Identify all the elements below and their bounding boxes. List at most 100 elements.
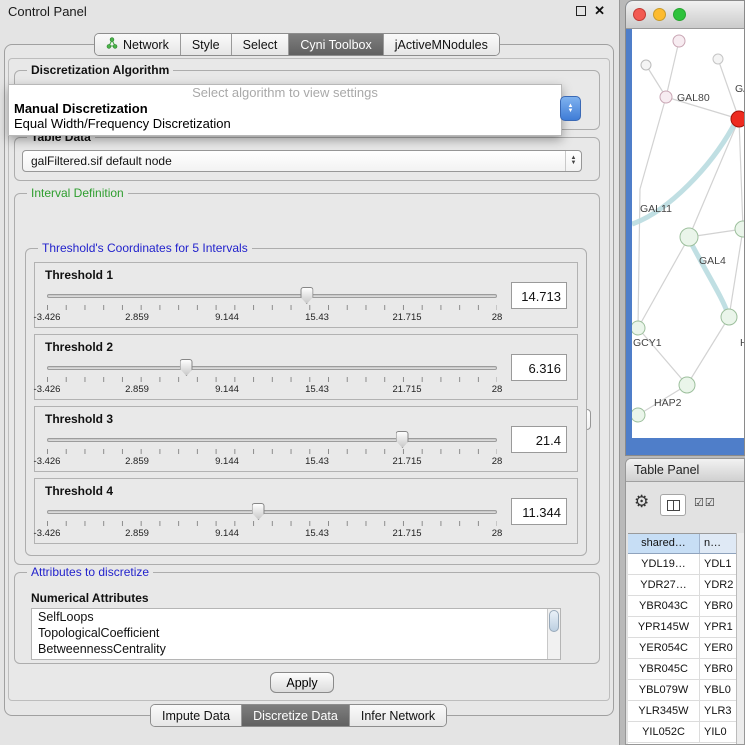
- algorithm-option-equal-width-frequency-discretization[interactable]: Equal Width/Frequency Discretization: [9, 116, 561, 131]
- table-cell[interactable]: YDL19…: [628, 554, 700, 574]
- gear-icon[interactable]: ⚙: [634, 492, 649, 512]
- show-columns-button[interactable]: [660, 494, 686, 516]
- zoom-traffic-light-icon[interactable]: [673, 8, 686, 21]
- network-window-frame: GAL80GAL4GCY1HHAP2GAL11GA: [626, 29, 745, 456]
- table-row[interactable]: YER054CYER0: [628, 638, 736, 659]
- threshold-value-field[interactable]: 6.316: [511, 354, 567, 381]
- network-node-hap2[interactable]: [679, 377, 695, 393]
- close-traffic-light-icon[interactable]: [633, 8, 646, 21]
- network-node[interactable]: [731, 111, 745, 127]
- slider-track[interactable]: [47, 438, 497, 442]
- threshold-slider[interactable]: -3.4262.8599.14415.4321.71528: [47, 287, 497, 325]
- slider-thumb[interactable]: [252, 503, 265, 520]
- slider-axis-label: 28: [492, 312, 503, 323]
- threshold-value-field[interactable]: 14.713: [511, 282, 567, 309]
- table-cell[interactable]: YBR0: [700, 659, 736, 679]
- threshold-value-field[interactable]: 11.344: [511, 498, 567, 525]
- table-row[interactable]: YPR145WYPR1: [628, 617, 736, 638]
- table-row[interactable]: YBL079WYBL0: [628, 680, 736, 701]
- slider-axis-label: -3.426: [34, 384, 61, 395]
- tab-jactivemnodules[interactable]: jActiveMNodules: [383, 34, 499, 55]
- apply-button[interactable]: Apply: [270, 672, 334, 693]
- table-cell[interactable]: YBL079W: [628, 680, 700, 700]
- tab-network[interactable]: Network: [95, 34, 180, 55]
- table-cell[interactable]: YPR1: [700, 617, 736, 637]
- tab-discretize-data[interactable]: Discretize Data: [241, 705, 349, 726]
- threshold-row-threshold-3: Threshold 3-3.4262.8599.14415.4321.71528…: [34, 406, 578, 472]
- slider-track[interactable]: [47, 366, 497, 370]
- discretization-algorithm-title: Discretization Algorithm: [27, 63, 173, 77]
- table-row[interactable]: YIL052CYIL0: [628, 722, 736, 743]
- table-cell[interactable]: YIL052C: [628, 722, 700, 742]
- network-node[interactable]: [632, 408, 645, 422]
- table-row[interactable]: YDR27…YDR2: [628, 575, 736, 596]
- control-panel-titlebar[interactable]: Control Panel ✕: [0, 0, 619, 24]
- threshold-slider[interactable]: -3.4262.8599.14415.4321.71528: [47, 359, 497, 397]
- select-columns-checkbox-icon[interactable]: ☑☑: [694, 496, 716, 509]
- table-cell[interactable]: YBR043C: [628, 596, 700, 616]
- table-cell[interactable]: YER054C: [628, 638, 700, 658]
- slider-thumb[interactable]: [396, 431, 409, 448]
- table-cell[interactable]: YBR0: [700, 596, 736, 616]
- table-cell[interactable]: YBL0: [700, 680, 736, 700]
- slider-thumb[interactable]: [180, 359, 193, 376]
- table-cell[interactable]: YLR345W: [628, 701, 700, 721]
- attribute-item-selfloops[interactable]: SelfLoops: [32, 609, 560, 625]
- table-row[interactable]: YDL19…YDL1: [628, 554, 736, 575]
- network-edge: [640, 97, 666, 189]
- tab-infer-network[interactable]: Infer Network: [349, 705, 446, 726]
- threshold-value-field[interactable]: 21.4: [511, 426, 567, 453]
- network-canvas[interactable]: GAL80GAL4GCY1HHAP2GAL11GA: [632, 29, 745, 438]
- numerical-attributes-list[interactable]: SelfLoopsTopologicalCoefficientBetweenne…: [31, 608, 561, 660]
- table-cell[interactable]: YPR145W: [628, 617, 700, 637]
- slider-axis-label: 21.715: [392, 312, 421, 323]
- column-header-1[interactable]: n…: [700, 534, 736, 553]
- slider-track[interactable]: [47, 294, 497, 298]
- table-panel-title[interactable]: Table Panel: [626, 459, 744, 482]
- slider-thumb[interactable]: [300, 287, 313, 304]
- attribute-item-topologicalcoefficient[interactable]: TopologicalCoefficient: [32, 625, 560, 641]
- tab-impute-data[interactable]: Impute Data: [151, 705, 241, 726]
- attributes-scrollbar[interactable]: [547, 609, 560, 659]
- table-cell[interactable]: YDR27…: [628, 575, 700, 595]
- table-cell[interactable]: YIL0: [700, 722, 736, 742]
- table-data-select[interactable]: galFiltered.sif default node ▲▼: [22, 150, 582, 172]
- tab-cyni-toolbox[interactable]: Cyni Toolbox: [288, 34, 382, 55]
- stepper-icon: ▲▼: [565, 151, 581, 171]
- node-label-hap2: HAP2: [654, 397, 682, 409]
- threshold-slider[interactable]: -3.4262.8599.14415.4321.71528: [47, 431, 497, 469]
- column-header-0[interactable]: shared…: [628, 534, 700, 553]
- network-node-h[interactable]: [721, 309, 737, 325]
- table-row[interactable]: YLR345WYLR3: [628, 701, 736, 722]
- network-node-gal4[interactable]: [680, 228, 698, 246]
- node-label-gal11: GAL11: [640, 203, 672, 215]
- slider-axis-label: 28: [492, 384, 503, 395]
- table-row[interactable]: YBR043CYBR0: [628, 596, 736, 617]
- attribute-item-betweennesscentrality[interactable]: BetweennessCentrality: [32, 641, 560, 657]
- table-cell[interactable]: YBR045C: [628, 659, 700, 679]
- tab-style[interactable]: Style: [180, 34, 231, 55]
- minimize-traffic-light-icon[interactable]: [653, 8, 666, 21]
- scrollbar-thumb[interactable]: [549, 610, 559, 632]
- algorithm-option-manual-discretization[interactable]: Manual Discretization: [9, 101, 561, 116]
- algorithm-select-stepper[interactable]: ▲ ▼: [560, 96, 581, 121]
- table-cell[interactable]: YDR2: [700, 575, 736, 595]
- close-icon[interactable]: ✕: [594, 5, 605, 17]
- network-node[interactable]: [673, 35, 685, 47]
- table-scrollbar[interactable]: [736, 533, 744, 744]
- network-node[interactable]: [713, 54, 723, 64]
- threshold-slider[interactable]: -3.4262.8599.14415.4321.71528: [47, 503, 497, 541]
- network-node[interactable]: [641, 60, 651, 70]
- algorithm-dropdown-options: Manual DiscretizationEqual Width/Frequen…: [9, 101, 561, 131]
- minimize-icon[interactable]: [576, 6, 586, 16]
- network-node[interactable]: [735, 221, 745, 237]
- network-node-gcy1[interactable]: [632, 321, 645, 335]
- network-window-titlebar[interactable]: [626, 1, 744, 29]
- table-cell[interactable]: YDL1: [700, 554, 736, 574]
- slider-track[interactable]: [47, 510, 497, 514]
- network-node-gal80[interactable]: [660, 91, 672, 103]
- tab-select[interactable]: Select: [231, 34, 289, 55]
- table-row[interactable]: YBR045CYBR0: [628, 659, 736, 680]
- table-cell[interactable]: YER0: [700, 638, 736, 658]
- table-cell[interactable]: YLR3: [700, 701, 736, 721]
